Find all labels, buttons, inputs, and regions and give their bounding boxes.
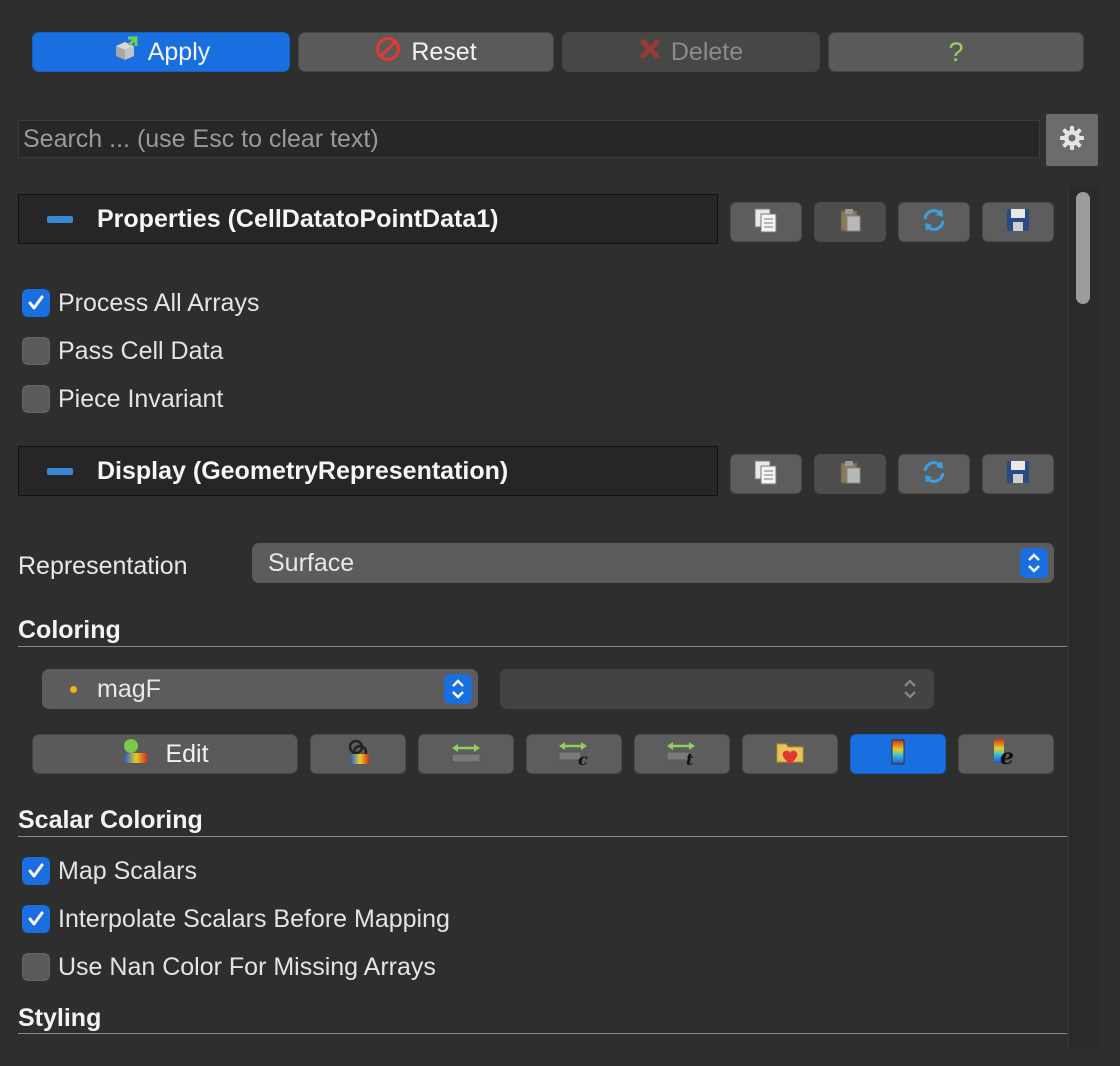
gear-icon [1058, 124, 1086, 157]
settings-button[interactable] [1046, 114, 1098, 166]
piece-invariant-label: Piece Invariant [58, 384, 224, 413]
display-section-header[interactable]: Display (GeometryRepresentation) [18, 446, 718, 496]
process-all-arrays-checkbox[interactable]: Process All Arrays [22, 288, 259, 318]
checkmark-icon [22, 905, 50, 933]
rescale-over-time-button[interactable]: t [634, 734, 730, 774]
representation-select[interactable]: Surface [252, 543, 1054, 583]
color-array-select-arrows-icon [444, 674, 472, 704]
copy-icon [752, 206, 780, 239]
scrollbar-thumb[interactable] [1076, 192, 1090, 304]
coloring-title: Coloring [18, 616, 121, 644]
properties-title: Properties (CellDatatoPointData1) [97, 204, 499, 233]
copy-properties-button[interactable] [730, 202, 802, 242]
refresh-icon [920, 458, 948, 491]
map-scalars-label: Map Scalars [58, 856, 197, 885]
reset-button[interactable]: Reset [298, 32, 554, 72]
properties-section-header[interactable]: Properties (CellDatatoPointData1) [18, 194, 718, 244]
paste-icon [836, 458, 864, 491]
map-scalars-checkbox[interactable]: Map Scalars [22, 856, 197, 886]
scalar-coloring-title: Scalar Coloring [18, 806, 203, 834]
copy-icon [752, 458, 780, 491]
checkbox-empty-icon [22, 385, 50, 413]
checkbox-empty-icon [22, 953, 50, 981]
checkmark-icon [22, 289, 50, 317]
checkbox-empty-icon [22, 337, 50, 365]
search-placeholder: Search ... (use Esc to clear text) [23, 124, 379, 153]
rescale-custom-range-button[interactable]: c [526, 734, 622, 774]
svg-text:c: c [578, 750, 588, 766]
rescale-to-data-range-button[interactable] [418, 734, 514, 774]
reset-display-button[interactable] [898, 454, 970, 494]
edit-color-legend-button[interactable]: e [958, 734, 1054, 774]
reset-label: Reset [411, 37, 477, 66]
checkmark-icon [22, 857, 50, 885]
collapse-icon [47, 467, 73, 475]
save-display-button[interactable] [982, 454, 1054, 494]
interpolate-scalars-checkbox[interactable]: Interpolate Scalars Before Mapping [22, 904, 450, 934]
representation-select-arrows-icon [1020, 548, 1048, 578]
use-separate-color-map-button[interactable] [310, 734, 406, 774]
color-array-select[interactable]: magF [42, 669, 478, 709]
use-nan-color-checkbox[interactable]: Use Nan Color For Missing Arrays [22, 952, 436, 982]
toggle-color-legend-button[interactable] [850, 734, 946, 774]
scrollbar-track[interactable] [1068, 186, 1099, 1048]
edit-color-map-button[interactable]: Edit [32, 734, 298, 774]
paste-icon [836, 206, 864, 239]
x-mark-icon [639, 38, 661, 67]
reset-properties-button[interactable] [898, 202, 970, 242]
delete-button[interactable]: Delete [562, 32, 820, 72]
pass-cell-data-label: Pass Cell Data [58, 336, 224, 365]
svg-text:e: e [1000, 744, 1014, 767]
interpolate-scalars-label: Interpolate Scalars Before Mapping [58, 904, 450, 933]
styling-divider [18, 1033, 1067, 1034]
point-data-icon [70, 685, 77, 693]
help-icon: ? [948, 36, 964, 67]
help-button[interactable]: ? [828, 32, 1084, 72]
scalar-coloring-divider [18, 836, 1067, 837]
floppy-disk-icon [1004, 206, 1032, 239]
no-entry-icon [375, 36, 401, 69]
copy-display-button[interactable] [730, 454, 802, 494]
representation-label: Representation [18, 552, 188, 580]
apply-button[interactable]: Apply [32, 32, 290, 72]
paste-properties-button[interactable] [814, 202, 886, 242]
chevron-up-down-icon [902, 676, 918, 707]
process-all-arrays-label: Process All Arrays [58, 288, 260, 317]
search-input[interactable]: Search ... (use Esc to clear text) [18, 120, 1040, 158]
representation-value: Surface [268, 548, 355, 577]
choose-preset-button[interactable] [742, 734, 838, 774]
color-component-select[interactable] [500, 669, 934, 709]
use-nan-color-label: Use Nan Color For Missing Arrays [58, 952, 436, 981]
rescale-range-icon [449, 739, 483, 770]
rescale-custom-icon: c [556, 738, 592, 771]
separate-color-map-icon [343, 738, 373, 771]
color-map-editor-icon [121, 737, 151, 772]
coloring-divider [18, 646, 1067, 647]
edit-label: Edit [165, 739, 209, 768]
pass-cell-data-checkbox[interactable]: Pass Cell Data [22, 336, 223, 366]
display-title: Display (GeometryRepresentation) [97, 456, 509, 485]
styling-title: Styling [18, 1004, 102, 1032]
piece-invariant-checkbox[interactable]: Piece Invariant [22, 384, 223, 414]
folder-heart-icon [774, 738, 806, 771]
bottom-edge [0, 1048, 1120, 1066]
collapse-icon [47, 215, 73, 223]
refresh-icon [920, 206, 948, 239]
apply-icon [112, 36, 138, 69]
apply-label: Apply [147, 37, 211, 66]
color-array-value: magF [97, 674, 161, 703]
color-legend-icon [890, 738, 906, 771]
rescale-time-icon: t [664, 738, 700, 771]
save-properties-button[interactable] [982, 202, 1054, 242]
floppy-disk-icon [1004, 458, 1032, 491]
paste-display-button[interactable] [814, 454, 886, 494]
svg-text:t: t [686, 750, 694, 766]
delete-label: Delete [670, 37, 744, 66]
color-legend-edit-icon: e [990, 737, 1022, 772]
